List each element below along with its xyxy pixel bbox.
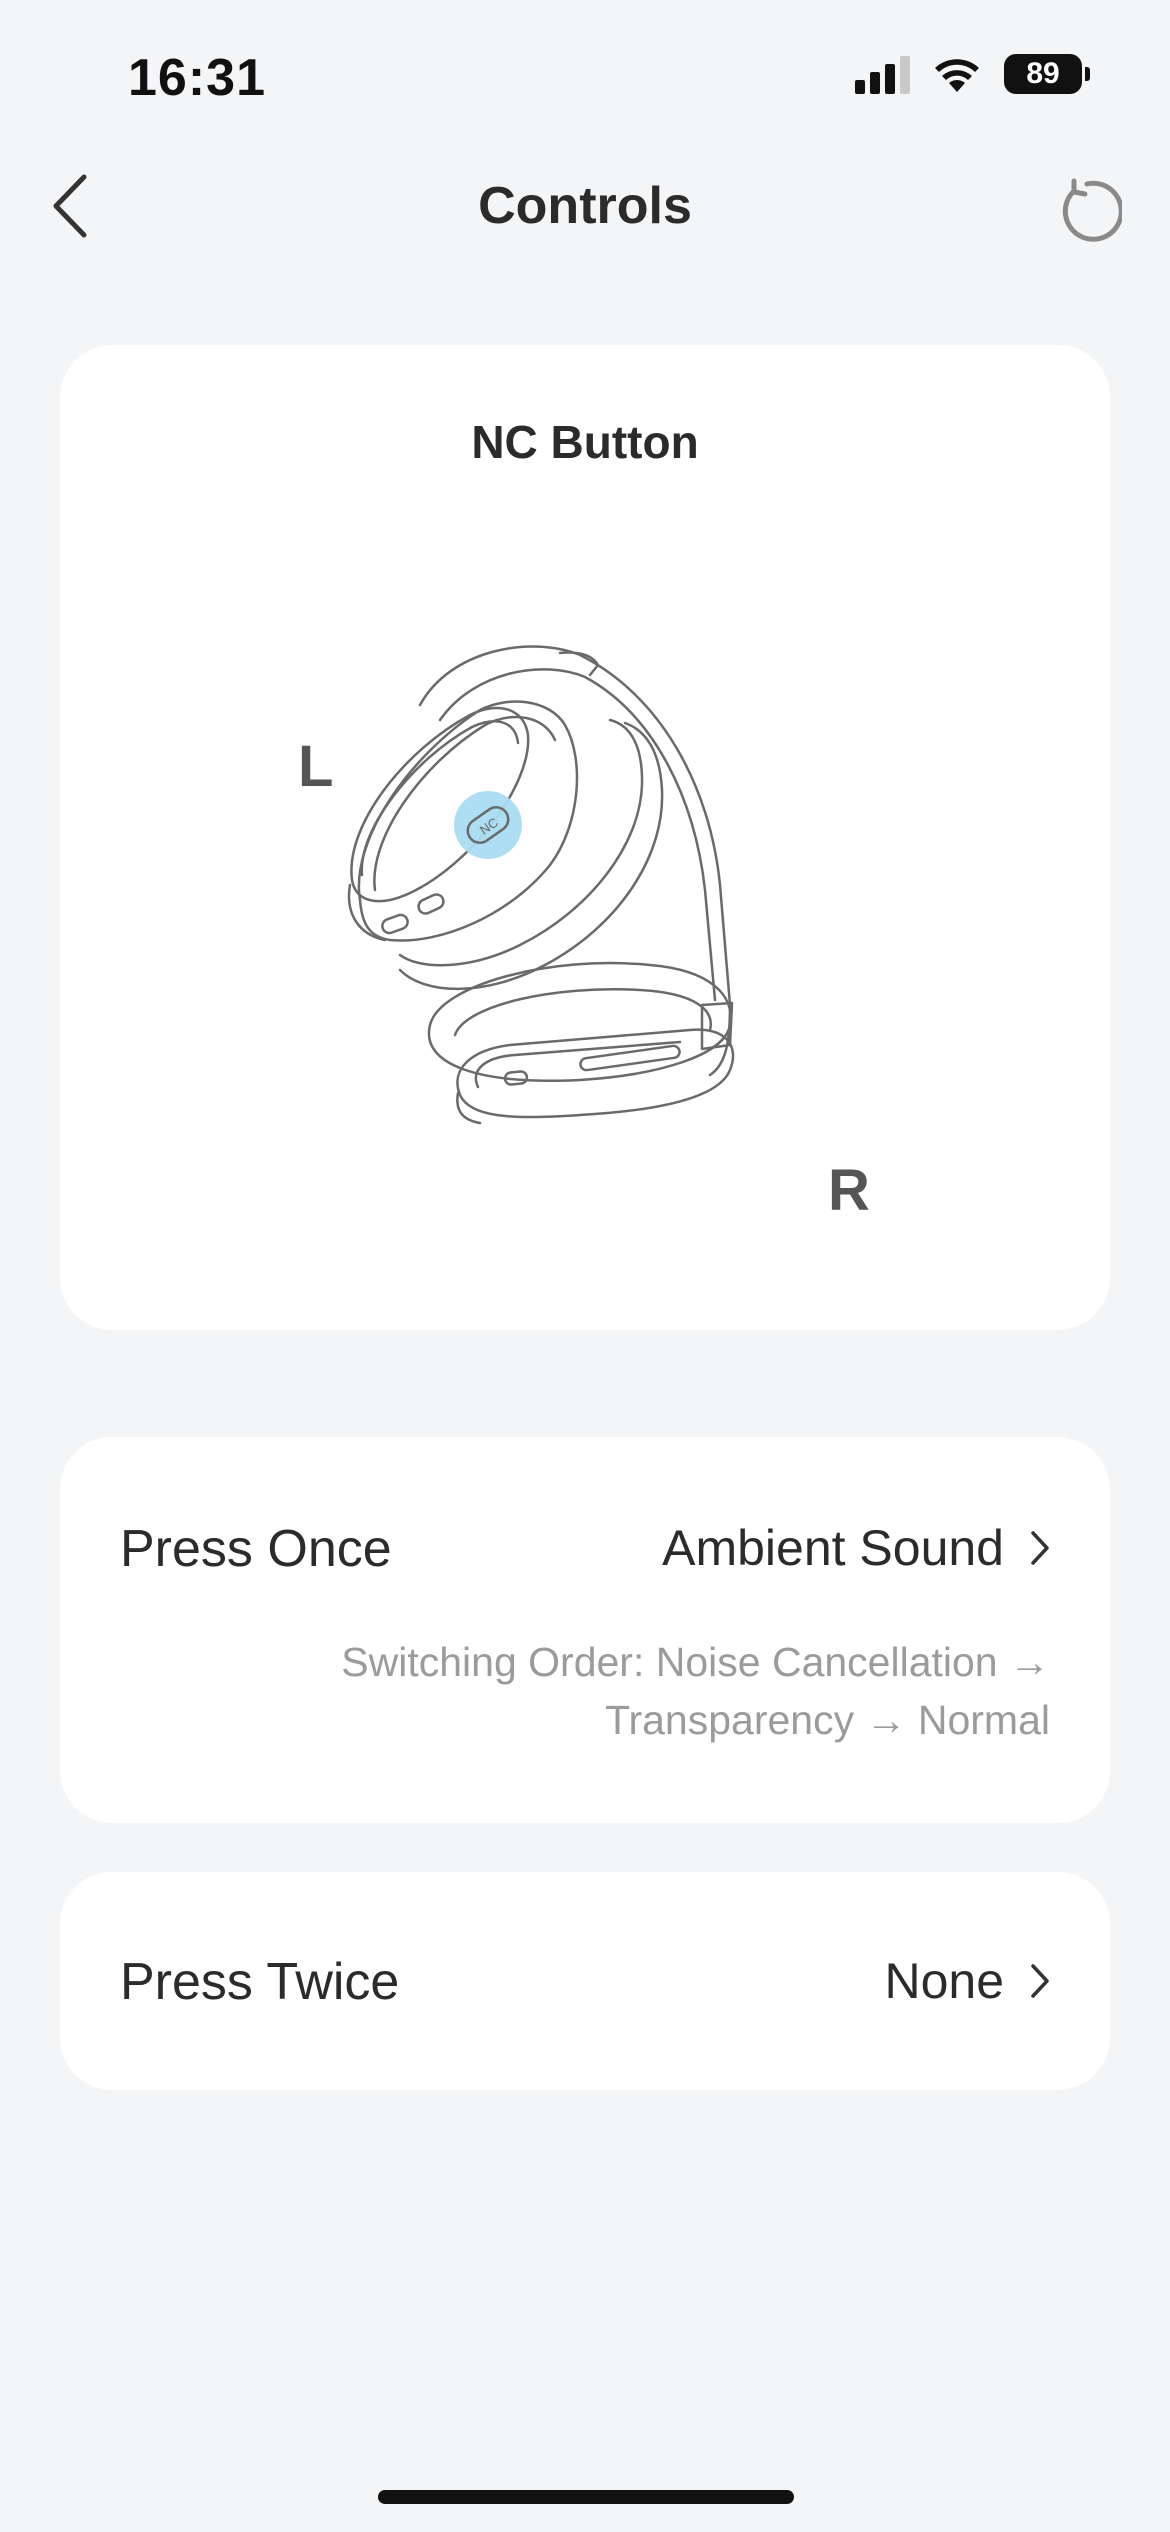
press-once-value[interactable]: Ambient Sound [662, 1519, 1050, 1577]
press-twice-label: Press Twice [120, 1953, 400, 2011]
cellular-signal-icon [855, 54, 910, 94]
home-indicator[interactable] [378, 2490, 794, 2504]
illustration-title: NC Button [471, 416, 699, 468]
left-side-label: L [298, 734, 334, 799]
page-title: Controls [478, 177, 692, 235]
chevron-right-icon [1031, 1531, 1049, 1565]
nc-button-illustration-card: NC Button L R NC [60, 345, 1110, 1330]
chevron-right-icon [1031, 1964, 1049, 1998]
press-twice-row[interactable]: Press Twice None [60, 1872, 1110, 2090]
press-once-label: Press Once [120, 1520, 392, 1578]
reset-button[interactable] [1044, 172, 1130, 252]
headphones-illustration: NC [347, 645, 735, 1125]
status-bar: 16:31 89 [0, 0, 1170, 150]
press-twice-value[interactable]: None [884, 1952, 1050, 2010]
status-icons: 89 [855, 54, 1090, 94]
press-once-row[interactable]: Press Once Ambient Sound Switching Order… [60, 1437, 1110, 1823]
reset-icon [1062, 178, 1122, 242]
press-twice-value-text: None [884, 1953, 1004, 2009]
battery-level: 89 [1004, 54, 1082, 94]
nav-bar: Controls [0, 150, 1170, 270]
status-time: 16:31 [128, 49, 266, 107]
controls-screen: 16:31 89 Controls NC Button L R NC Press… [0, 0, 1170, 2532]
press-once-value-text: Ambient Sound [662, 1520, 1004, 1576]
switching-order-note: Switching Order: Noise Cancellation → Tr… [341, 1639, 1050, 1743]
wifi-icon [935, 59, 979, 92]
battery-icon: 89 [1004, 54, 1090, 94]
